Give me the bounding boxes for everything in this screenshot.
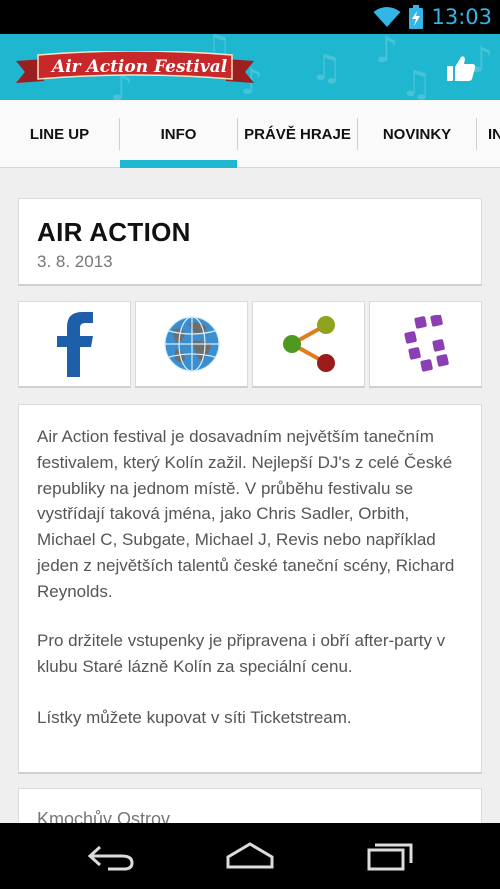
tab-divider (476, 118, 477, 150)
back-icon[interactable] (86, 841, 136, 871)
tab-bar: LINE UP INFO PRÁVĚ HRAJE NOVINKY IN (0, 100, 500, 168)
tab-line-up[interactable]: LINE UP (0, 100, 119, 168)
event-header-card: AIR ACTION 3. 8. 2013 (18, 198, 482, 286)
tab-info[interactable]: INFO (120, 100, 237, 168)
music-note-decoration: ♫ (310, 48, 343, 89)
music-note-decoration: ♪ (375, 34, 398, 71)
facebook-icon (56, 312, 93, 377)
description-paragraph: Pro držitele vstupenky je připravena i o… (37, 631, 446, 676)
thumbs-up-icon[interactable] (446, 53, 476, 83)
description-card: Air Action festival je dosavadním největ… (18, 404, 482, 774)
battery-charging-icon (409, 5, 424, 29)
facebook-button[interactable] (18, 301, 131, 388)
app-logo[interactable]: Air Action Festival (16, 50, 254, 85)
share-icon (282, 316, 335, 372)
app-logo-button[interactable] (369, 301, 482, 388)
tab-partial[interactable]: IN (488, 100, 500, 168)
recents-icon[interactable] (365, 841, 415, 871)
tab-prave-hraje[interactable]: PRÁVĚ HRAJE (238, 100, 357, 168)
home-icon[interactable] (225, 841, 275, 871)
event-date: 3. 8. 2013 (37, 252, 113, 271)
status-icons: 13:03 (373, 0, 492, 34)
navigation-bar (0, 823, 500, 889)
share-button[interactable] (252, 301, 365, 388)
tab-novinky[interactable]: NOVINKY (358, 100, 476, 168)
description-paragraph: Lístky můžete kupovat v síti Ticketstrea… (37, 708, 352, 727)
web-button[interactable] (135, 301, 248, 388)
wifi-icon (373, 7, 401, 27)
status-bar: 13:03 (0, 0, 500, 34)
app-bar: ♫ ♪ ♫ ♪ ♫ ♪ ♪ Air Action Festival (0, 34, 500, 100)
music-note-decoration: ♫ (400, 64, 433, 100)
event-title: AIR ACTION (37, 217, 191, 247)
selected-tab-indicator (120, 160, 237, 168)
app-logo-icon (403, 315, 449, 372)
status-time: 13:03 (431, 5, 492, 29)
globe-icon (163, 316, 220, 372)
logo-text: Air Action Festival (52, 57, 228, 77)
description-paragraph: Air Action festival je dosavadním největ… (37, 427, 455, 601)
